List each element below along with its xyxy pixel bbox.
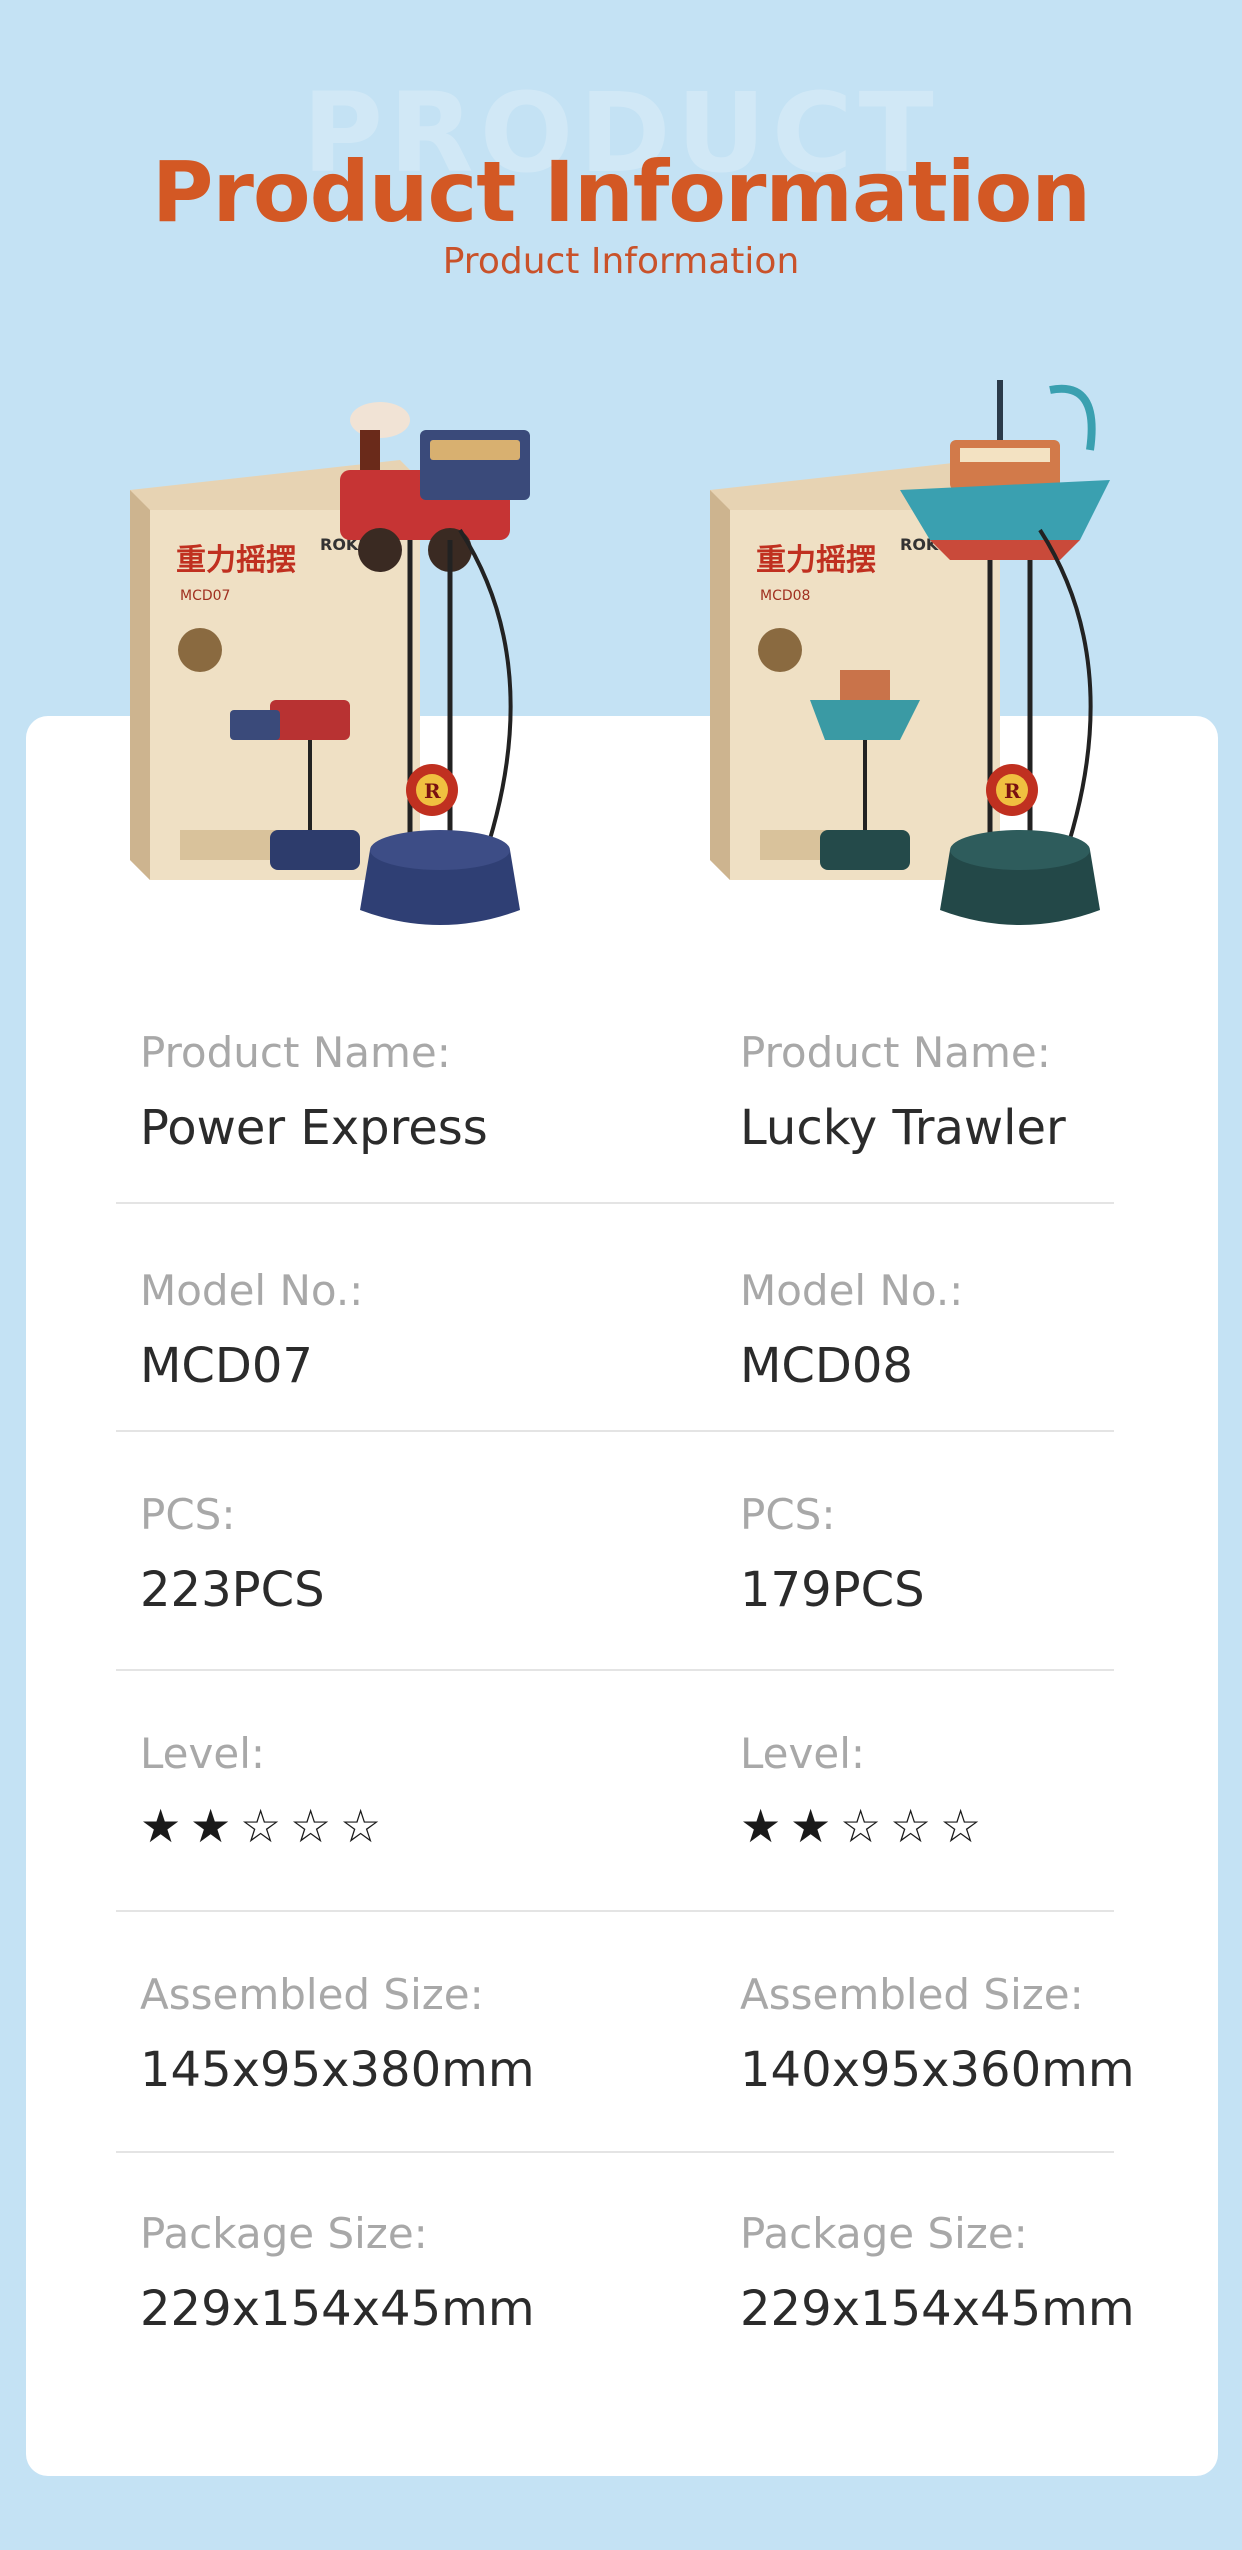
- product-2-level-cell: Level: ★★☆☆☆: [740, 1729, 1220, 1850]
- product-1-level-cell: Level: ★★☆☆☆: [140, 1729, 620, 1850]
- assembled-size-label: Assembled Size:: [140, 1970, 484, 2019]
- model-label: Model No.:: [140, 1266, 364, 1315]
- product-1-assembled-cell: Assembled Size: 145x95x380mm: [140, 1970, 620, 2098]
- model-label: Model No.:: [740, 1266, 964, 1315]
- level-stars: ★★☆☆☆: [740, 1803, 1220, 1849]
- product-2-name-cell: Product Name: Lucky Trawler: [740, 1028, 1220, 1156]
- product-2-assembled-cell: Assembled Size: 140x95x360mm: [740, 1970, 1220, 2098]
- package-size-value: 229x154x45mm: [740, 2281, 1135, 2337]
- row-product-name: Product Name: Power Express Product Name…: [116, 1025, 1114, 1204]
- pcs-value: 179PCS: [740, 1562, 925, 1618]
- product-1-name-cell: Product Name: Power Express: [140, 1028, 620, 1156]
- model-value: MCD07: [140, 1338, 313, 1394]
- boat-pendulum-kit-image: 重力摇摆 ROKR MCD08 R: [710, 380, 1110, 925]
- product-1-package-cell: Package Size: 229x154x45mm: [140, 2209, 620, 2337]
- package-size-label: Package Size:: [740, 2209, 1028, 2258]
- star-empty-icon: ☆: [940, 1799, 998, 1853]
- row-assembled-size: Assembled Size: 145x95x380mm Assembled S…: [116, 1912, 1135, 2153]
- star-empty-icon: ☆: [340, 1799, 398, 1853]
- product-name-value: Lucky Trawler: [740, 1100, 1066, 1156]
- svg-text:R: R: [424, 779, 441, 803]
- box-code: MCD08: [760, 588, 810, 604]
- row-package-size: Package Size: 229x154x45mm Package Size:…: [116, 2153, 1135, 2353]
- pcs-label: PCS:: [740, 1490, 836, 1539]
- star-empty-icon: ☆: [290, 1799, 348, 1853]
- train-pendulum-kit-image: 重力摇摆 ROKR MCD07 R: [130, 402, 530, 925]
- product-2-package-cell: Package Size: 229x154x45mm: [740, 2209, 1220, 2337]
- assembled-size-label: Assembled Size:: [740, 1970, 1084, 2019]
- star-filled-icon: ★: [790, 1799, 848, 1853]
- product-1-pcs-cell: PCS: 223PCS: [140, 1490, 620, 1618]
- star-empty-icon: ☆: [240, 1799, 298, 1853]
- product-name-label: Product Name:: [140, 1028, 451, 1077]
- package-size-label: Package Size:: [140, 2209, 428, 2258]
- page-subtitle: Product Information: [442, 241, 800, 282]
- pcs-label: PCS:: [140, 1490, 236, 1539]
- star-empty-icon: ☆: [840, 1799, 898, 1853]
- row-model-no: Model No.: MCD07 Model No.: MCD08: [116, 1204, 1114, 1432]
- product-1-model-cell: Model No.: MCD07: [140, 1266, 620, 1394]
- box-title: 重力摇摆: [756, 543, 876, 578]
- star-filled-icon: ★: [190, 1799, 248, 1853]
- level-label: Level:: [740, 1729, 866, 1778]
- product-2-pcs-cell: PCS: 179PCS: [740, 1490, 1220, 1618]
- product-name-value: Power Express: [140, 1100, 488, 1156]
- level-label: Level:: [140, 1729, 266, 1778]
- product-2-model-cell: Model No.: MCD08: [740, 1266, 1220, 1394]
- row-pcs: PCS: 223PCS PCS: 179PCS: [116, 1432, 1114, 1671]
- box-code: MCD07: [180, 588, 230, 604]
- assembled-size-value: 140x95x360mm: [740, 2042, 1135, 2098]
- box-title: 重力摇摆: [176, 543, 296, 578]
- row-level: Level: ★★☆☆☆ Level: ★★☆☆☆: [116, 1671, 1114, 1912]
- model-value: MCD08: [740, 1338, 913, 1394]
- star-filled-icon: ★: [740, 1799, 798, 1853]
- level-stars: ★★☆☆☆: [140, 1803, 620, 1849]
- assembled-size-value: 145x95x380mm: [140, 2042, 535, 2098]
- product-image-power-express: 重力摇摆 ROKR MCD07 R: [120, 370, 660, 970]
- pcs-value: 223PCS: [140, 1562, 325, 1618]
- star-empty-icon: ☆: [890, 1799, 948, 1853]
- star-filled-icon: ★: [140, 1799, 198, 1853]
- product-image-lucky-trawler: 重力摇摆 ROKR MCD08 R: [700, 370, 1240, 970]
- svg-text:R: R: [1004, 779, 1021, 803]
- page-title: Product Information: [151, 143, 1091, 241]
- product-name-label: Product Name:: [740, 1028, 1051, 1077]
- package-size-value: 229x154x45mm: [140, 2281, 535, 2337]
